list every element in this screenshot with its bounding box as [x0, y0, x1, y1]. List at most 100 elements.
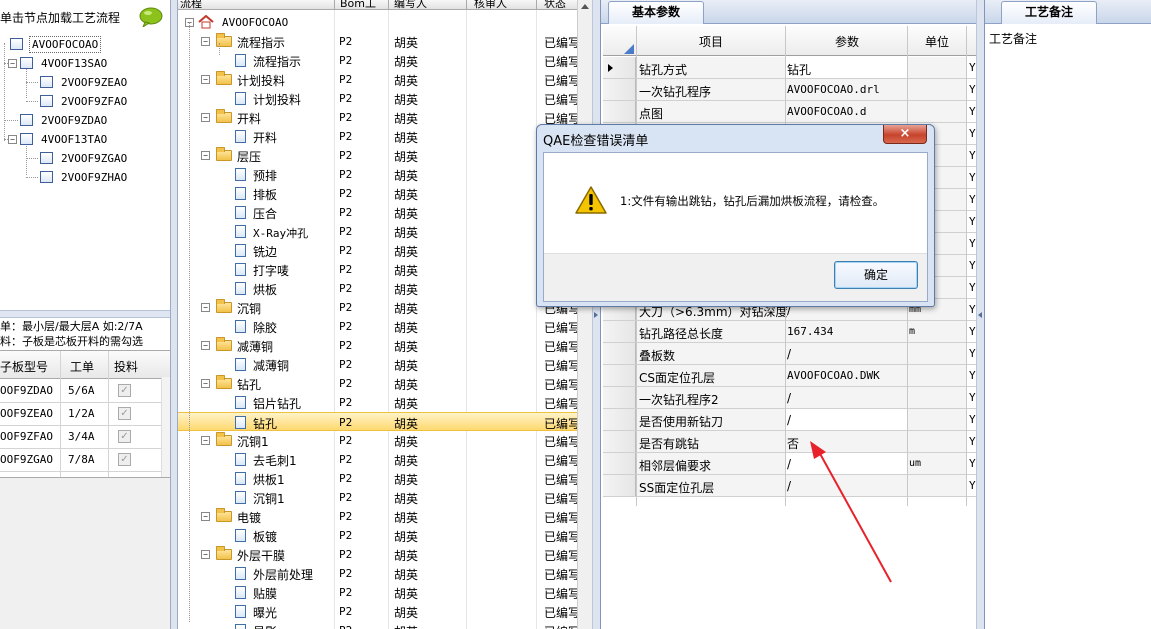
- param-value[interactable]: AVOOFOCOAO.d: [787, 105, 866, 118]
- collapse-toggle[interactable]: −: [8, 134, 17, 144]
- tree-node-label[interactable]: 2VOOF9ZHAO: [59, 170, 129, 185]
- flow-step-name[interactable]: 计划投料: [253, 91, 301, 108]
- row-indicator[interactable]: [603, 57, 636, 78]
- collapse-toggle[interactable]: −: [201, 341, 210, 350]
- table-row[interactable]: OOF9ZGAO 7/8A ✓: [0, 449, 170, 472]
- close-button[interactable]: ×: [883, 125, 927, 144]
- param-row[interactable]: 一次钻孔程序2 / Y: [603, 387, 977, 409]
- header-status[interactable]: 状态: [544, 0, 566, 9]
- header-value[interactable]: 参数: [835, 33, 859, 50]
- header-model[interactable]: 子板型号: [0, 358, 48, 375]
- feed-checkbox[interactable]: ✓: [118, 407, 131, 420]
- feed-checkbox[interactable]: ✓: [118, 453, 131, 466]
- flow-row[interactable]: 钻孔 P2 胡英 已编写: [178, 412, 577, 431]
- scroll-up-icon[interactable]: [581, 4, 589, 9]
- flow-step-name[interactable]: 显影: [253, 623, 277, 629]
- feed-checkbox[interactable]: ✓: [118, 430, 131, 443]
- param-value[interactable]: /: [787, 347, 791, 361]
- param-value[interactable]: /: [787, 457, 791, 471]
- flow-row[interactable]: 打字唛P2胡英已编写: [178, 260, 577, 279]
- flow-step-name[interactable]: 预排: [253, 167, 277, 184]
- flow-step-name[interactable]: 计划投料: [237, 72, 285, 89]
- flow-step-name[interactable]: 减薄铜: [237, 338, 273, 355]
- flow-row[interactable]: 计划投料 P2 胡英 已编写: [178, 89, 577, 108]
- flow-step-name[interactable]: 去毛刺1: [253, 452, 297, 469]
- flow-step-name[interactable]: 除胶: [253, 319, 277, 336]
- flow-step-name[interactable]: 贴膜: [253, 585, 277, 602]
- flow-scrollbar[interactable]: [577, 0, 592, 629]
- collapse-toggle[interactable]: −: [201, 550, 210, 559]
- tree-node[interactable]: − 4VOOF13SAO: [8, 54, 109, 72]
- table-row[interactable]: OOF9ZDAO 5/6A ✓: [0, 380, 170, 403]
- tree-node-label[interactable]: 4VOOF13TAO: [39, 132, 109, 147]
- flow-step-name[interactable]: 沉铜1: [237, 433, 269, 450]
- flow-row[interactable]: 烘板P2胡英已编写: [178, 279, 577, 298]
- flow-step-name[interactable]: 沉铜: [237, 300, 261, 317]
- tree-node-label[interactable]: 2VOOF9ZDAO: [39, 113, 109, 128]
- flow-row[interactable]: 减薄铜 P2 胡英 已编写: [178, 355, 577, 374]
- row-indicator[interactable]: [603, 79, 636, 100]
- tree-node-label[interactable]: 2VOOF9ZFAO: [59, 94, 129, 109]
- flow-step-name[interactable]: X-Ray冲孔: [253, 225, 308, 241]
- flow-row[interactable]: 烘板1 P2 胡英 已编写: [178, 469, 577, 488]
- splitter[interactable]: [976, 0, 984, 629]
- tree-node[interactable]: 2VOOF9ZGAO: [40, 149, 129, 167]
- flow-row[interactable]: 铣边P2胡英已编写: [178, 241, 577, 260]
- header-author[interactable]: 编写人: [394, 0, 427, 9]
- flow-step-name[interactable]: 沉铜1: [253, 490, 285, 507]
- flow-step-name[interactable]: 烘板: [253, 281, 277, 298]
- tree-node[interactable]: 2VOOF9ZEAO: [40, 73, 129, 91]
- param-value[interactable]: /: [787, 391, 791, 405]
- param-value[interactable]: 否: [787, 435, 799, 452]
- row-indicator[interactable]: [603, 475, 636, 496]
- flow-step-name[interactable]: 板镀: [253, 528, 277, 545]
- param-row[interactable]: 钻孔方式 钻孔 Y: [603, 57, 977, 79]
- flow-step-name[interactable]: 开料: [253, 129, 277, 146]
- feed-checkbox[interactable]: ✓: [118, 384, 131, 397]
- param-grid[interactable]: 项目 参数 单位 钻孔方式 钻孔 Y 一次钻孔程序 AVOOFOCOAO.drl Y 点图 A…: [603, 26, 977, 629]
- row-indicator[interactable]: [603, 453, 636, 474]
- param-value[interactable]: 167.434: [787, 325, 833, 338]
- board-tree[interactable]: AVOOFOCOAO − 4VOOF13SAO 2VOOF9ZEAO 2VOOF…: [0, 34, 170, 310]
- collapse-toggle[interactable]: −: [201, 113, 210, 122]
- collapse-toggle[interactable]: −: [201, 379, 210, 388]
- param-row[interactable]: 是否有跳钻 否 Y: [603, 431, 977, 453]
- flow-row[interactable]: 去毛刺1 P2 胡英 已编写: [178, 450, 577, 469]
- collapse-toggle[interactable]: −: [201, 151, 210, 160]
- header-unit[interactable]: 单位: [925, 33, 949, 50]
- flow-row[interactable]: 显影 P2 胡英 已编写: [178, 621, 577, 629]
- param-row[interactable]: 点图 AVOOFOCOAO.d Y: [603, 101, 977, 123]
- flow-row[interactable]: 铝片钻孔 P2 胡英 已编写: [178, 393, 577, 412]
- header-order[interactable]: 工单: [70, 358, 94, 375]
- param-value[interactable]: 钻孔: [787, 61, 811, 78]
- splitter[interactable]: [592, 0, 600, 629]
- sub-grid-scrollbar[interactable]: [161, 377, 170, 477]
- tree-node[interactable]: − 4VOOF13TAO: [8, 130, 109, 148]
- table-row[interactable]: OOF9ZEAO 1/2A ✓: [0, 403, 170, 426]
- tab-basic-params[interactable]: 基本参数: [608, 1, 704, 24]
- row-indicator[interactable]: [603, 101, 636, 122]
- flow-step-name[interactable]: 减薄铜: [253, 357, 289, 374]
- flow-row[interactable]: 开料P2胡英已编写: [178, 127, 577, 146]
- sub-board-grid[interactable]: 子板型号 工单 投料 OOF9ZDAO 5/6A ✓ OOF9ZEAO 1/2A…: [0, 350, 170, 478]
- flow-row[interactable]: 曝光 P2 胡英 已编写: [178, 602, 577, 621]
- flow-row[interactable]: 排板P2胡英已编写: [178, 184, 577, 203]
- flow-step-name[interactable]: 外层前处理: [253, 566, 313, 583]
- flow-step-name[interactable]: 烘板1: [253, 471, 285, 488]
- collapse-toggle[interactable]: −: [201, 512, 210, 521]
- row-indicator[interactable]: [603, 431, 636, 452]
- param-row[interactable]: CS面定位孔层 AVOOFOCOAO.DWK Y: [603, 365, 977, 387]
- param-row[interactable]: 相邻层偏要求 / um Y: [603, 453, 977, 475]
- flow-step-name[interactable]: 外层干膜: [237, 547, 285, 564]
- flow-row[interactable]: −层压P2胡英已编写: [178, 146, 577, 165]
- flow-row[interactable]: − 开料 P2 胡英 已编写: [178, 108, 577, 127]
- flow-row[interactable]: − 钻孔 P2 胡英 已编写: [178, 374, 577, 393]
- flow-row[interactable]: 板镀 P2 胡英 已编写: [178, 526, 577, 545]
- tree-node-label[interactable]: AVOOFOCOAO: [29, 35, 102, 53]
- param-row[interactable]: 是否使用新钻刀 / Y: [603, 409, 977, 431]
- table-row[interactable]: OOF9ZFAO 3/4A ✓: [0, 426, 170, 449]
- flow-row[interactable]: − 外层干膜 P2 胡英 已编写: [178, 545, 577, 564]
- flow-step-name[interactable]: 压合: [253, 205, 277, 222]
- tree-node-label[interactable]: 2VOOF9ZEAO: [59, 75, 129, 90]
- tree-root-row[interactable]: − AVOOFOCOAO: [178, 13, 577, 32]
